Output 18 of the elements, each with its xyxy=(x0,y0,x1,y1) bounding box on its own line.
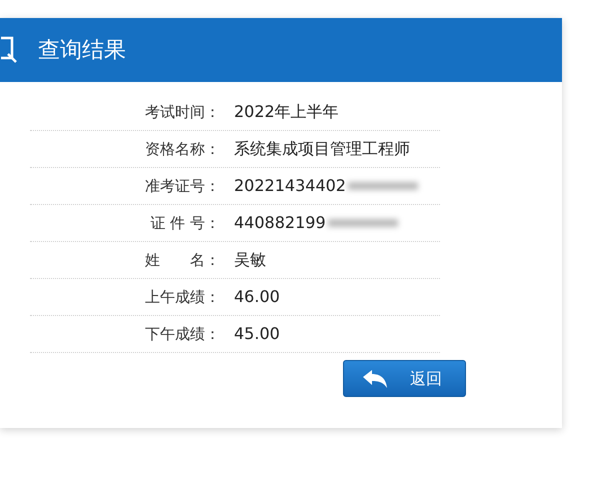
field-label: 资格名称： xyxy=(144,138,220,160)
field-label: 下午成绩： xyxy=(144,324,220,345)
field-value: 440882199 xyxy=(234,212,326,234)
field-value: 20221434402 xyxy=(234,175,346,197)
back-arrow-icon xyxy=(362,370,388,388)
field-label: 准考证号： xyxy=(144,176,220,197)
field-value: 系统集成项目管理工程师 xyxy=(234,138,410,160)
field-value: 2022年上半年 xyxy=(234,101,339,123)
field-label: 姓 名： xyxy=(144,250,220,271)
field-label: 考试时间： xyxy=(144,102,220,123)
field-label: 证 件 号： xyxy=(149,212,220,234)
field-value: 46.00 xyxy=(234,286,280,308)
field-label: 上午成绩： xyxy=(144,286,220,308)
field-value: 吴敏 xyxy=(234,249,266,271)
field-value: 45.00 xyxy=(234,323,280,345)
back-button[interactable]: 返回 xyxy=(343,360,466,397)
search-icon xyxy=(0,36,18,64)
page-title: 查询结果 xyxy=(38,36,126,64)
